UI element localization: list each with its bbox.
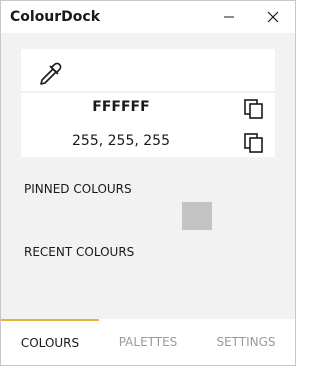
pinned-swatch[interactable] (182, 202, 212, 230)
copy-icon (243, 133, 265, 158)
minimize-icon (223, 8, 235, 27)
rgb-value: 255, 255, 255 (72, 133, 170, 149)
tab-bar: COLOURS PALETTES SETTINGS (1, 319, 295, 365)
close-button[interactable] (251, 1, 295, 33)
app-window: ColourDock FFFFFF 255, 255, 255 PINNED C… (0, 0, 296, 366)
copy-icon (243, 99, 265, 124)
minimize-button[interactable] (207, 1, 251, 33)
tab-settings[interactable]: SETTINGS (197, 319, 295, 365)
copy-rgb-button[interactable] (243, 132, 265, 154)
copy-hex-button[interactable] (243, 98, 265, 120)
colour-picker-card: FFFFFF 255, 255, 255 (21, 49, 275, 157)
tab-palettes[interactable]: PALETTES (99, 319, 197, 365)
recent-colours-label: RECENT COLOURS (24, 245, 135, 259)
eyedropper-icon[interactable] (37, 61, 63, 87)
title-bar: ColourDock (1, 1, 295, 33)
tab-colours[interactable]: COLOURS (1, 319, 99, 365)
card-divider (21, 91, 275, 93)
hex-value: FFFFFF (92, 99, 150, 115)
close-icon (267, 8, 279, 27)
app-title: ColourDock (10, 9, 101, 25)
pinned-colours-label: PINNED COLOURS (24, 182, 132, 196)
